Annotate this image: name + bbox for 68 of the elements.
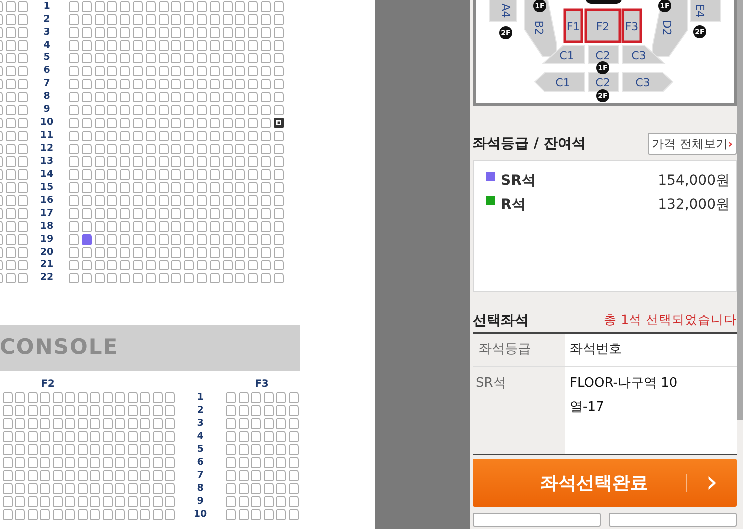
secondary-button[interactable] [609, 513, 737, 527]
selection-summary: 총 1석 선택되었습니다 [604, 311, 737, 330]
table-cell: FLOOR-나구역 10열-17 [565, 367, 737, 455]
stage-marker [586, 0, 622, 4]
console-label: CONSOLE [0, 337, 119, 358]
row-number: 13 [39, 156, 55, 166]
row-number: 21 [39, 260, 55, 270]
section-label: F2 [40, 380, 56, 390]
section-label: F3 [254, 380, 270, 390]
floor-badge [534, 0, 546, 12]
floor-badge [694, 26, 706, 38]
row-number: 19 [39, 234, 55, 244]
section-title: 좌석등급 / 잔여석 [473, 136, 586, 152]
grade-name: SR석 [501, 172, 536, 190]
row-number: 9 [42, 105, 52, 115]
section-label: C2 [596, 76, 610, 90]
row-number: 20 [39, 248, 55, 258]
floor-badge [658, 0, 672, 12]
grade-name: R석 [501, 196, 526, 214]
secondary-button[interactable] [473, 513, 601, 527]
section-label: C3 [632, 50, 646, 62]
row-number: 1 [42, 2, 52, 12]
row-number: 9 [196, 496, 205, 506]
column-header: 좌석번호 [565, 334, 737, 367]
section-label: F3 [625, 20, 639, 34]
row-number: 2 [42, 14, 52, 24]
row-number: 10 [39, 118, 55, 128]
grade-price: 132,000원 [658, 196, 730, 214]
section-label: F2 [596, 20, 610, 34]
floor-badge [596, 90, 610, 102]
row-number: 15 [39, 182, 55, 192]
section-title: 선택좌석 [473, 313, 529, 330]
row-number: 3 [196, 418, 205, 428]
floor-badge [500, 26, 512, 40]
floor-badge [596, 62, 610, 74]
row-number: 22 [39, 273, 55, 283]
row-number: 7 [196, 470, 205, 480]
row-number: 4 [42, 40, 52, 50]
section-label: F1 [566, 20, 580, 34]
row-number: 7 [42, 79, 52, 89]
row-number: 6 [196, 458, 205, 468]
section-label: B2 [532, 20, 546, 36]
row-number: 1 [196, 392, 205, 402]
section-label: C1 [560, 50, 574, 62]
section-label: C1 [556, 76, 570, 90]
row-number: 10 [192, 510, 208, 520]
row-number: 14 [39, 170, 55, 180]
section-label: C2 [596, 50, 610, 62]
row-number: 17 [39, 208, 55, 218]
row-number: 11 [39, 131, 55, 141]
row-number: 16 [39, 196, 55, 206]
scrollbar[interactable] [737, 0, 743, 420]
row-number: 5 [196, 444, 205, 454]
section-label: E4 [694, 4, 706, 18]
row-number: 12 [39, 144, 55, 154]
section-label: A4 [500, 4, 512, 18]
row-number: 8 [196, 484, 205, 494]
section-label: D2 [660, 20, 674, 36]
grade-price: 154,000원 [658, 172, 730, 190]
section-label: C3 [636, 76, 650, 90]
row-number: 18 [39, 222, 55, 232]
row-number: 4 [196, 432, 205, 442]
row-number: 5 [42, 53, 52, 63]
view-all-prices-button[interactable]: 가격 전체보기› [648, 133, 737, 155]
row-number: 8 [42, 92, 52, 102]
row-number: 6 [42, 66, 52, 76]
row-number: 3 [42, 28, 52, 38]
row-number: 2 [196, 406, 205, 416]
